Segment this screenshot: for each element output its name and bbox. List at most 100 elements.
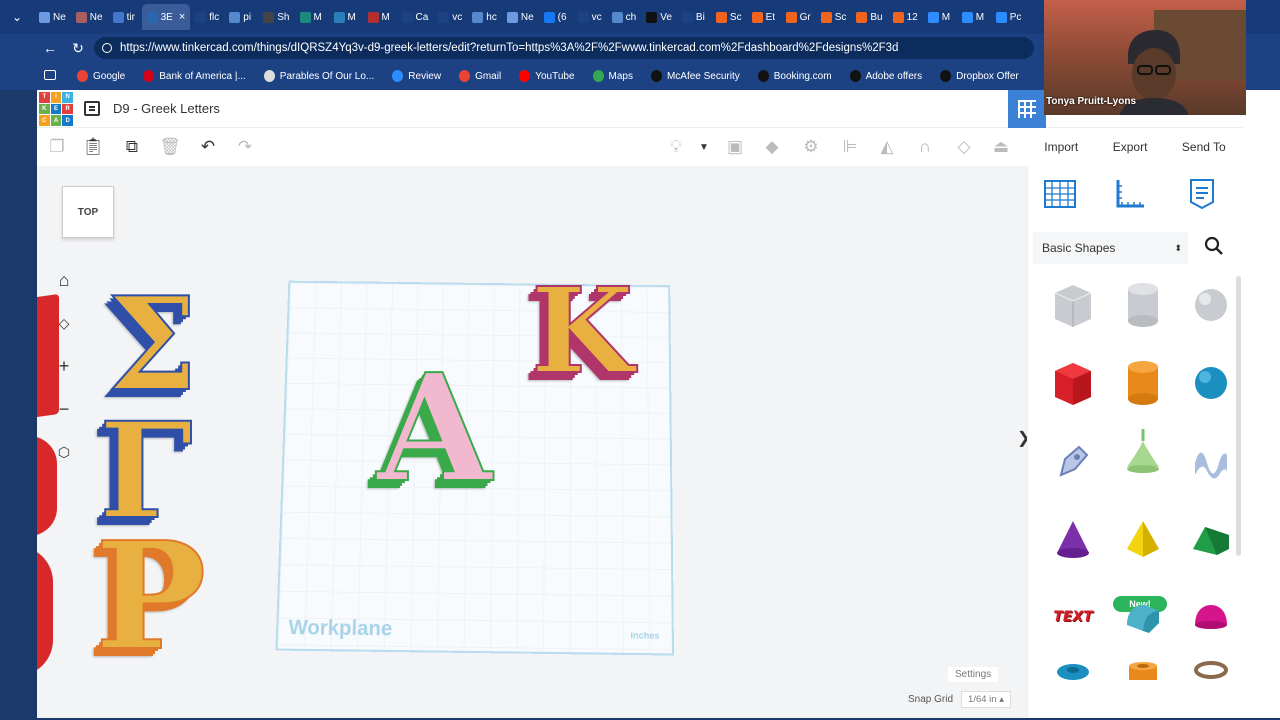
ring-shape[interactable] [1181, 660, 1241, 700]
browser-tab[interactable]: Pc [991, 4, 1027, 30]
half-cylinder-shape[interactable] [1113, 582, 1173, 652]
align-icon[interactable]: ⊫ [839, 136, 861, 158]
delete-icon[interactable]: 🗑︎ [159, 136, 181, 158]
sphere-shape[interactable] [1181, 348, 1241, 418]
browser-tab[interactable]: Gr [781, 4, 816, 30]
send-to-button[interactable]: Send To [1182, 140, 1226, 154]
cruise-icon[interactable]: ◇ [953, 136, 975, 158]
reload-icon[interactable]: ↻ [64, 40, 92, 57]
cone-shape[interactable] [1043, 504, 1103, 574]
browser-tab[interactable]: (6 [539, 4, 573, 30]
bookmark-item[interactable]: Google [68, 70, 134, 82]
back-icon[interactable]: ← [36, 40, 64, 56]
red-letter-shape[interactable] [37, 436, 57, 536]
letter-shape[interactable]: Σ [106, 280, 198, 410]
browser-tab[interactable]: ch [607, 4, 642, 30]
cylinder-shape[interactable] [1113, 348, 1173, 418]
bookmark-item[interactable]: YouTube [510, 70, 583, 82]
bookmark-item[interactable]: Review [383, 70, 450, 82]
new-shape[interactable] [1113, 420, 1173, 490]
bookmark-item[interactable]: Parables Of Our Lo... [255, 70, 384, 82]
red-letter-shape[interactable] [37, 546, 53, 676]
wave-shape[interactable] [1181, 426, 1241, 496]
mirror-icon[interactable]: ◭ [876, 136, 898, 158]
letter-shape[interactable]: Κ [530, 271, 635, 391]
box-shape[interactable] [1043, 348, 1103, 418]
chevron-down-icon[interactable]: ▼ [693, 136, 715, 158]
browser-tab[interactable]: tir [108, 4, 142, 30]
shape-library-select[interactable]: Basic Shapes ⬍ [1033, 232, 1188, 264]
browser-tab[interactable]: M [329, 4, 363, 30]
browser-tab[interactable]: M [295, 4, 329, 30]
settings-button[interactable]: Settings [948, 667, 999, 682]
sphere-hole-shape[interactable] [1181, 270, 1241, 340]
browser-tab[interactable]: pi [224, 4, 258, 30]
browser-tab[interactable]: vc [573, 4, 607, 30]
workplane-grid-icon[interactable] [1042, 176, 1078, 212]
box-hole-shape[interactable] [1043, 270, 1103, 340]
tinkercad-logo[interactable]: TIN KER CAD [39, 92, 73, 126]
tab-search-icon[interactable]: ⌄ [0, 0, 34, 34]
url-field[interactable]: https://www.tinkercad.com/things/dIQRSZ4… [94, 37, 1034, 59]
magnet-icon[interactable]: ∩ [914, 136, 936, 158]
browser-tab[interactable]: hc [467, 4, 502, 30]
letter-shape[interactable]: Ρ [94, 521, 207, 671]
browser-tab[interactable]: Ca [397, 4, 434, 30]
group-icon[interactable]: ▣ [724, 136, 746, 158]
bookmark-item[interactable]: Booking.com [749, 70, 841, 82]
export-button[interactable]: Export [1113, 140, 1148, 154]
scribble-shape[interactable] [1043, 426, 1103, 496]
letter-shape[interactable]: Α [376, 353, 493, 503]
3d-view-button[interactable] [1008, 90, 1046, 128]
half-sphere-shape[interactable] [1181, 582, 1241, 652]
browser-tab[interactable]: Et [747, 4, 781, 30]
search-icon[interactable] [1204, 236, 1224, 256]
3d-viewport[interactable]: TOP ⌂ ◇ + − ⬡ Workplane inches ΣΓΡΑΚ ❯ S… [37, 166, 1027, 718]
browser-tab[interactable]: vc [433, 4, 467, 30]
text-shape[interactable]: TEXT [1043, 582, 1103, 652]
roof-shape[interactable] [1181, 504, 1241, 574]
tab-groups-icon[interactable] [44, 70, 56, 80]
paste-icon[interactable]: 📋︎ [82, 136, 104, 158]
weight-icon[interactable]: ⏏︎ [990, 136, 1012, 158]
collapse-panel-icon[interactable]: ❯ [1017, 428, 1027, 448]
browser-tab[interactable]: M [363, 4, 397, 30]
bookmark-item[interactable]: Bank of America |... [134, 70, 255, 82]
ungroup-icon[interactable]: ◆ [761, 136, 783, 158]
bookmark-item[interactable]: Maps [584, 70, 642, 82]
browser-tab[interactable]: Bu [851, 4, 887, 30]
design-title[interactable]: D9 - Greek Letters [113, 101, 220, 116]
browser-tab[interactable]: Sc [816, 4, 852, 30]
browser-tab[interactable]: Ne [34, 4, 71, 30]
redo-icon[interactable]: ↷ [234, 136, 256, 158]
snap-grid-select[interactable]: 1/64 in ▴ [961, 691, 1011, 708]
bookmark-item[interactable]: McAfee Security [642, 70, 749, 82]
design-list-icon[interactable] [84, 101, 100, 116]
pyramid-shape[interactable] [1113, 504, 1173, 574]
browser-tab[interactable]: Ve [641, 4, 677, 30]
import-button[interactable]: Import [1044, 140, 1078, 154]
panel-scrollbar[interactable] [1236, 276, 1241, 556]
browser-tab[interactable]: 3E × [141, 4, 191, 30]
duplicate-icon[interactable]: ⧉ [121, 136, 143, 158]
browser-tab[interactable]: Bi [677, 4, 711, 30]
workplane-tool-icon[interactable]: ⚙︎ [800, 136, 822, 158]
lightbulb-icon[interactable]: 💡︎ [665, 136, 687, 158]
torus-shape[interactable] [1043, 660, 1103, 700]
browser-tab[interactable]: Ne [71, 4, 108, 30]
site-info-icon[interactable] [102, 43, 112, 53]
tab-close-icon[interactable]: × [179, 11, 185, 23]
notes-icon[interactable] [1184, 176, 1220, 212]
browser-tab[interactable]: Ne [502, 4, 539, 30]
bookmark-item[interactable]: Adobe offers [841, 70, 932, 82]
bookmark-item[interactable]: Dropbox Offer [931, 70, 1028, 82]
copy-icon[interactable]: ❐ [46, 136, 68, 158]
bookmark-item[interactable]: Gmail [450, 70, 510, 82]
browser-tab[interactable]: Sh [258, 4, 294, 30]
home-view-icon[interactable]: ⌂ [52, 268, 76, 292]
ruler-icon[interactable] [1112, 176, 1148, 212]
view-cube[interactable]: TOP [62, 186, 114, 238]
cylinder-hole-shape[interactable] [1113, 270, 1173, 340]
browser-tab[interactable]: M [923, 4, 957, 30]
browser-tab[interactable]: Sc [711, 4, 747, 30]
